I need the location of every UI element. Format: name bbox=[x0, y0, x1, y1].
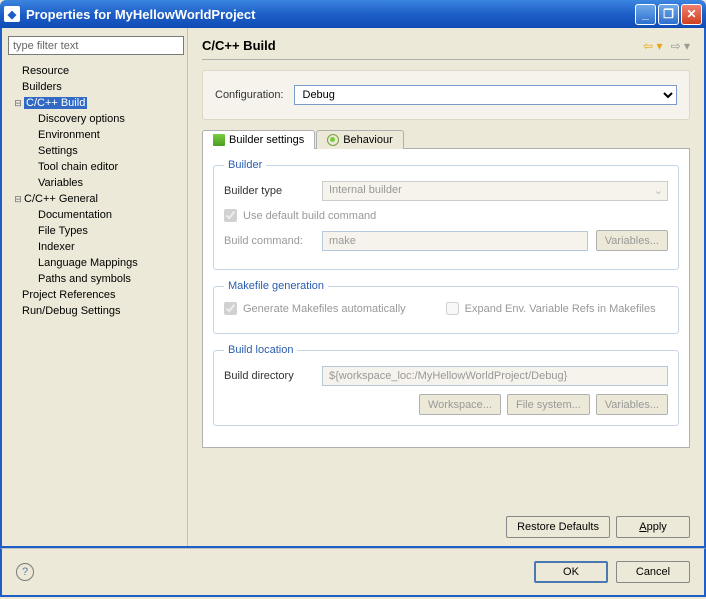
cancel-button[interactable]: Cancel bbox=[616, 561, 690, 583]
makefile-group: Makefile generation Generate Makefiles a… bbox=[213, 280, 679, 334]
tab-bar: Builder settings Behaviour bbox=[202, 130, 690, 149]
restore-defaults-button[interactable]: Restore Defaults bbox=[506, 516, 610, 538]
window-titlebar: ◆ Properties for MyHellowWorldProject _ … bbox=[0, 0, 706, 28]
property-page: C/C++ Build ⇦ ▾ ⇨ ▾ Configuration: Debug… bbox=[188, 28, 704, 546]
tree-item-settings[interactable]: Settings bbox=[8, 143, 181, 159]
build-directory-input bbox=[322, 366, 668, 386]
help-icon[interactable]: ? bbox=[16, 563, 34, 581]
minimize-button[interactable]: _ bbox=[635, 4, 656, 25]
window-title: Properties for MyHellowWorldProject bbox=[26, 7, 635, 22]
nav-forward-icon[interactable]: ⇨ ▾ bbox=[671, 39, 690, 53]
dialog-footer: ? OK Cancel bbox=[0, 548, 706, 597]
configuration-panel: Configuration: Debug bbox=[202, 70, 690, 120]
tree-item-environment[interactable]: Environment bbox=[8, 127, 181, 143]
build-directory-label: Build directory bbox=[224, 370, 314, 382]
nav-tree: Resource Builders ⊟C/C++ Build Discovery… bbox=[8, 63, 181, 319]
filter-input[interactable] bbox=[8, 36, 184, 55]
collapse-icon[interactable]: ⊟ bbox=[12, 98, 24, 109]
tab-builder-settings[interactable]: Builder settings bbox=[202, 130, 315, 149]
list-icon bbox=[213, 134, 225, 146]
generate-makefiles-checkbox bbox=[224, 302, 237, 315]
builder-legend: Builder bbox=[224, 159, 266, 171]
tree-item-resource[interactable]: Resource bbox=[8, 63, 181, 79]
navigation-tree-pane: Resource Builders ⊟C/C++ Build Discovery… bbox=[2, 28, 188, 546]
maximize-button[interactable]: ❐ bbox=[658, 4, 679, 25]
build-command-label: Build command: bbox=[224, 235, 314, 247]
use-default-label: Use default build command bbox=[243, 210, 376, 222]
workspace-button: Workspace... bbox=[419, 394, 501, 415]
tree-item-discovery[interactable]: Discovery options bbox=[8, 111, 181, 127]
app-icon: ◆ bbox=[4, 6, 20, 22]
build-location-group: Build location Build directory Workspace… bbox=[213, 344, 679, 426]
collapse-icon[interactable]: ⊟ bbox=[12, 194, 24, 205]
tree-item-variables[interactable]: Variables bbox=[8, 175, 181, 191]
build-command-input bbox=[322, 231, 588, 251]
tree-item-langmap[interactable]: Language Mappings bbox=[8, 255, 181, 271]
build-variables-button: Variables... bbox=[596, 230, 668, 251]
filesystem-button: File system... bbox=[507, 394, 590, 415]
tree-item-cpp-general[interactable]: ⊟C/C++ General bbox=[8, 191, 181, 207]
nav-back-icon[interactable]: ⇦ ▾ bbox=[643, 39, 662, 53]
configuration-label: Configuration: bbox=[215, 89, 284, 101]
expand-env-checkbox bbox=[446, 302, 459, 315]
location-variables-button: Variables... bbox=[596, 394, 668, 415]
configuration-select[interactable]: Debug bbox=[294, 85, 678, 105]
makefile-legend: Makefile generation bbox=[224, 280, 328, 292]
use-default-checkbox bbox=[224, 209, 237, 222]
tree-item-toolchain[interactable]: Tool chain editor bbox=[8, 159, 181, 175]
builder-type-select: Internal builder ⌄ bbox=[322, 181, 668, 201]
expand-env-label: Expand Env. Variable Refs in Makefiles bbox=[465, 303, 656, 315]
radio-icon bbox=[327, 134, 339, 146]
apply-button[interactable]: Apply bbox=[616, 516, 690, 538]
tree-item-projrefs[interactable]: Project References bbox=[8, 287, 181, 303]
tree-item-paths[interactable]: Paths and symbols bbox=[8, 271, 181, 287]
tab-content: Builder Builder type Internal builder ⌄ … bbox=[202, 148, 690, 448]
tree-item-rundebug[interactable]: Run/Debug Settings bbox=[8, 303, 181, 319]
builder-type-label: Builder type bbox=[224, 185, 314, 197]
chevron-down-icon: ⌄ bbox=[654, 184, 663, 197]
ok-button[interactable]: OK bbox=[534, 561, 608, 583]
build-location-legend: Build location bbox=[224, 344, 297, 356]
tab-behaviour[interactable]: Behaviour bbox=[316, 130, 404, 149]
tree-item-indexer[interactable]: Indexer bbox=[8, 239, 181, 255]
tree-item-documentation[interactable]: Documentation bbox=[8, 207, 181, 223]
builder-group: Builder Builder type Internal builder ⌄ … bbox=[213, 159, 679, 270]
tree-item-filetypes[interactable]: File Types bbox=[8, 223, 181, 239]
tree-item-cpp-build[interactable]: ⊟C/C++ Build bbox=[8, 95, 181, 111]
page-title: C/C++ Build bbox=[202, 38, 643, 53]
tree-item-builders[interactable]: Builders bbox=[8, 79, 181, 95]
close-button[interactable]: ✕ bbox=[681, 4, 702, 25]
generate-makefiles-label: Generate Makefiles automatically bbox=[243, 303, 406, 315]
